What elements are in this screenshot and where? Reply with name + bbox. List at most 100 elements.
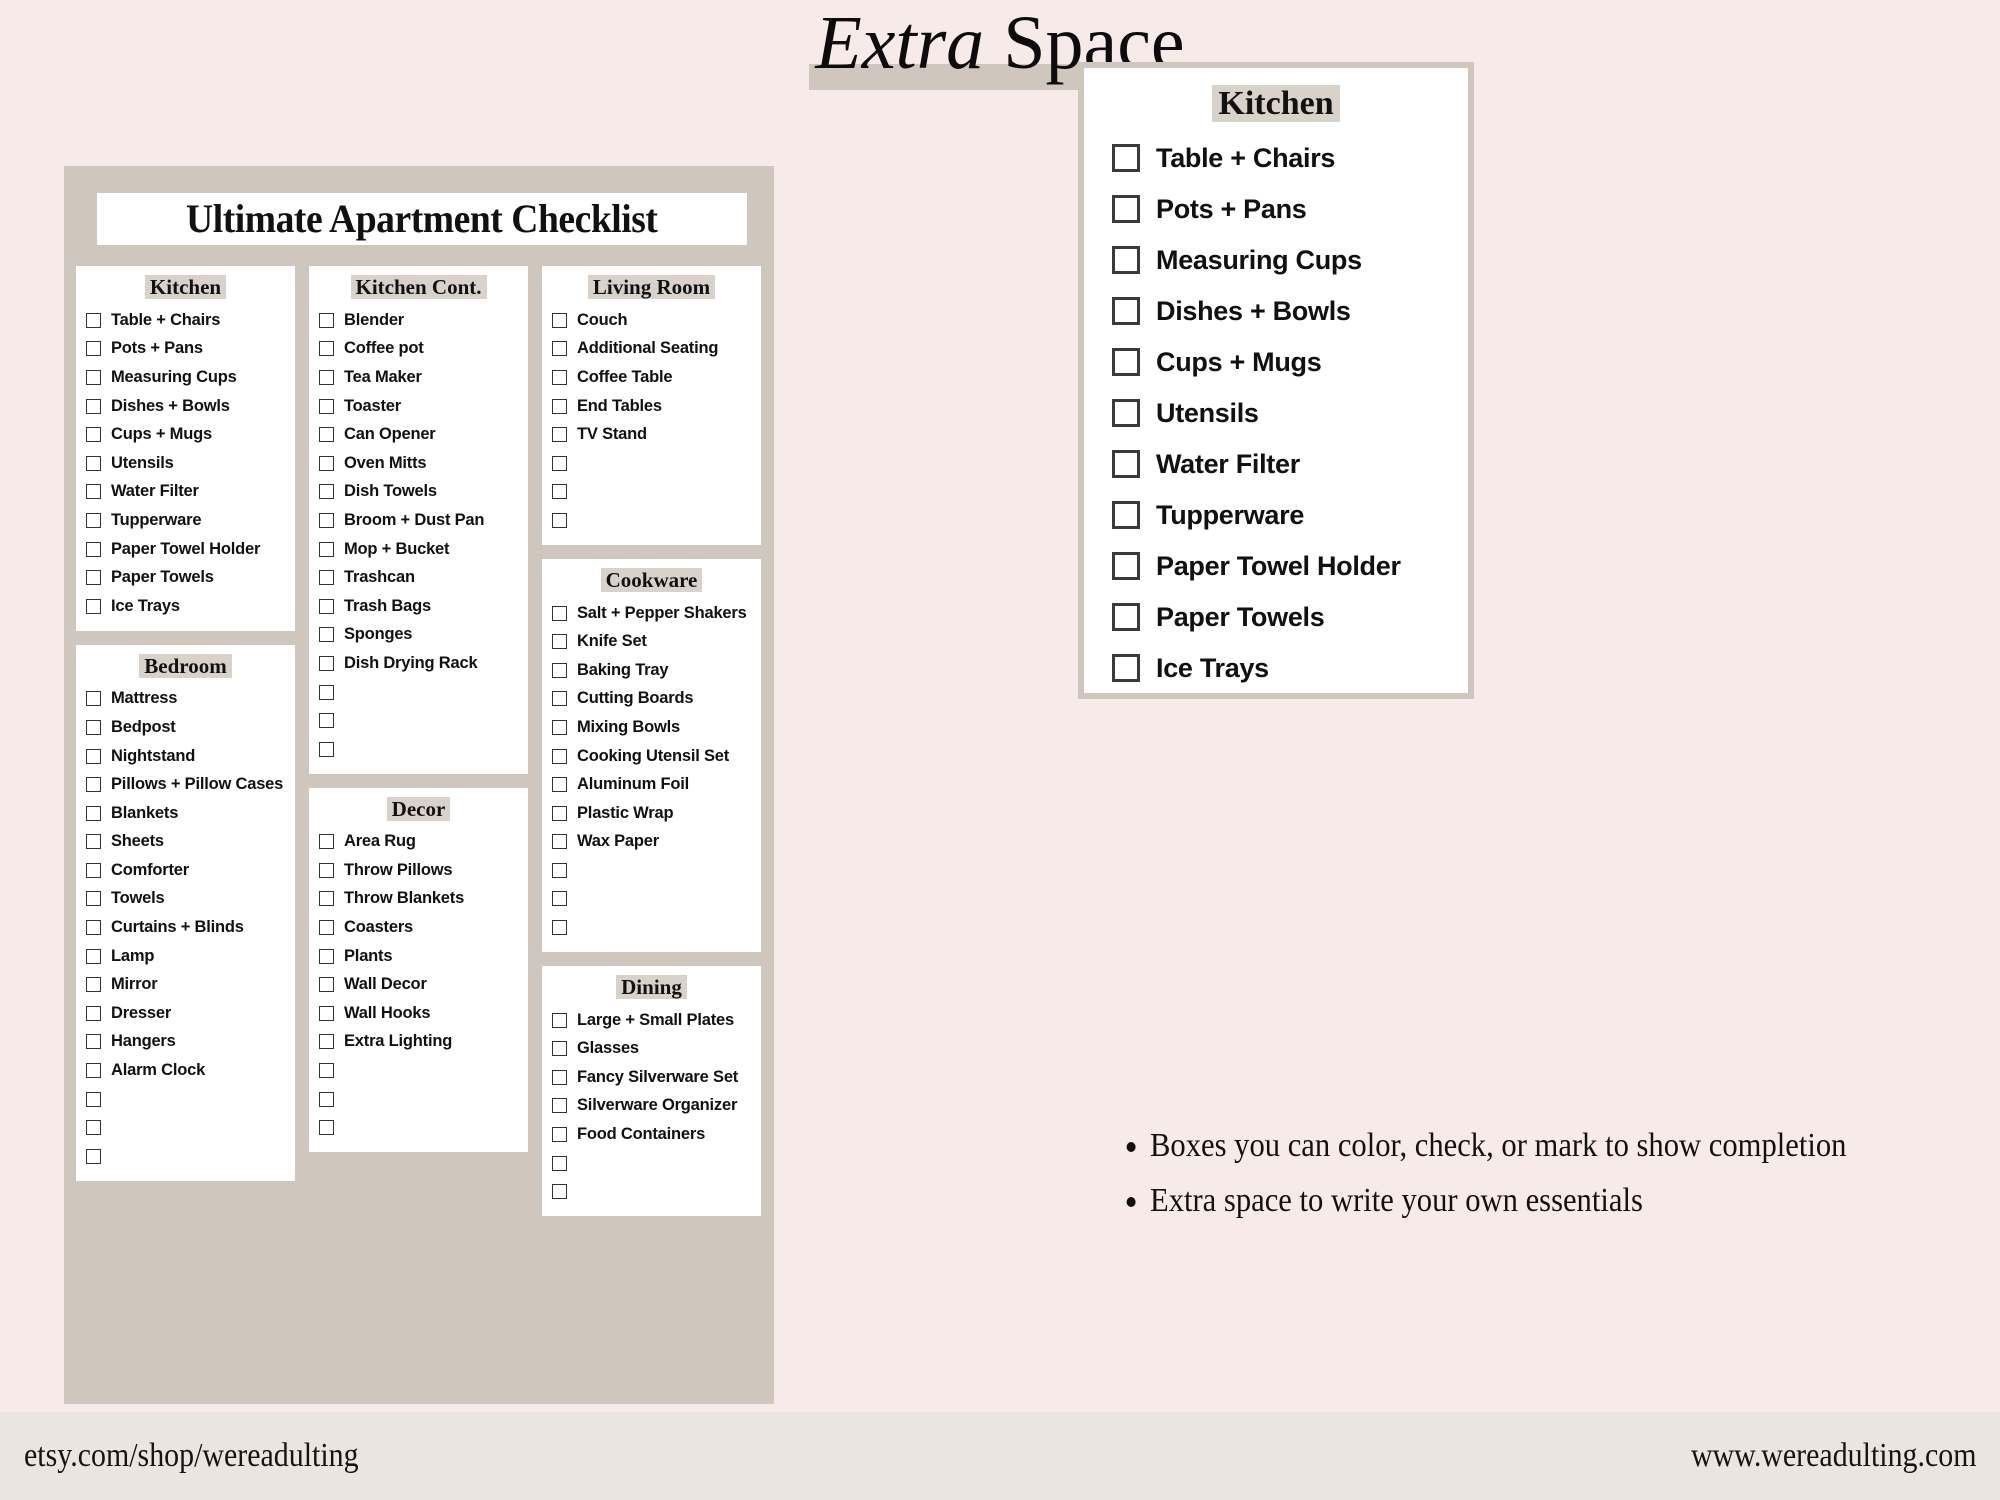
checklist-item[interactable]: Food Containers	[542, 1120, 761, 1149]
checkbox-icon[interactable]	[86, 1120, 101, 1136]
checklist-item[interactable]: Bedpost	[76, 713, 295, 742]
checkbox-icon[interactable]	[552, 1098, 567, 1114]
checkbox-icon[interactable]	[552, 1041, 567, 1057]
checkbox-icon[interactable]	[86, 455, 101, 471]
checkbox-icon[interactable]	[552, 605, 567, 621]
checklist-blank-row[interactable]	[76, 1113, 295, 1142]
checklist-item[interactable]: TV Stand	[542, 420, 761, 449]
checklist-item[interactable]: Broom + Dust Pan	[309, 506, 528, 535]
kitchen-preview-item[interactable]: Paper Towel Holder	[1084, 540, 1468, 591]
checklist-item[interactable]: Mirror	[76, 970, 295, 999]
checkbox-icon[interactable]	[319, 977, 334, 993]
checklist-blank-row[interactable]	[542, 913, 761, 942]
checkbox-icon[interactable]	[319, 1063, 334, 1079]
checkbox-icon[interactable]	[552, 1127, 567, 1143]
checkbox-icon[interactable]	[319, 834, 334, 850]
checkbox-icon[interactable]	[319, 1120, 334, 1136]
checkbox-icon[interactable]	[319, 655, 334, 671]
checklist-blank-row[interactable]	[309, 1056, 528, 1085]
checkbox-icon[interactable]	[86, 1091, 101, 1107]
checkbox-icon[interactable]	[552, 891, 567, 907]
checklist-item[interactable]: Salt + Pepper Shakers	[542, 599, 761, 628]
checklist-item[interactable]: Oven Mitts	[309, 449, 528, 478]
checklist-item[interactable]: Hangers	[76, 1028, 295, 1057]
checklist-item[interactable]: Tupperware	[76, 506, 295, 535]
checkbox-icon[interactable]	[86, 427, 101, 443]
checklist-item[interactable]: Dishes + Bowls	[76, 392, 295, 421]
checklist-item[interactable]: Baking Tray	[542, 656, 761, 685]
checkbox-icon[interactable]	[86, 1005, 101, 1021]
checklist-item[interactable]: Couch	[542, 306, 761, 335]
checkbox-icon[interactable]	[319, 684, 334, 700]
checkbox-icon[interactable]	[86, 1063, 101, 1079]
checkbox-icon[interactable]	[552, 805, 567, 821]
checklist-item[interactable]: Utensils	[76, 449, 295, 478]
checklist-item[interactable]: Dish Drying Rack	[309, 649, 528, 678]
checkbox-icon[interactable]	[552, 341, 567, 357]
kitchen-preview-item[interactable]: Ice Trays	[1084, 642, 1468, 693]
checklist-blank-row[interactable]	[309, 1113, 528, 1142]
checklist-item[interactable]: Towels	[76, 885, 295, 914]
kitchen-preview-item[interactable]: Pots + Pans	[1084, 183, 1468, 234]
checkbox-icon[interactable]	[1112, 296, 1140, 325]
checklist-item[interactable]: Cups + Mugs	[76, 420, 295, 449]
checkbox-icon[interactable]	[552, 834, 567, 850]
checklist-item[interactable]: Measuring Cups	[76, 363, 295, 392]
checklist-item[interactable]: End Tables	[542, 392, 761, 421]
checkbox-icon[interactable]	[86, 541, 101, 557]
checklist-item[interactable]: Blankets	[76, 799, 295, 828]
checklist-item[interactable]: Large + Small Plates	[542, 1006, 761, 1035]
checkbox-icon[interactable]	[86, 920, 101, 936]
checkbox-icon[interactable]	[319, 484, 334, 500]
checkbox-icon[interactable]	[319, 341, 334, 357]
checkbox-icon[interactable]	[319, 570, 334, 586]
checkbox-icon[interactable]	[86, 369, 101, 385]
checkbox-icon[interactable]	[319, 948, 334, 964]
checkbox-icon[interactable]	[552, 1184, 567, 1200]
checklist-item[interactable]: Water Filter	[76, 478, 295, 507]
kitchen-preview-item[interactable]: Cups + Mugs	[1084, 336, 1468, 387]
checkbox-icon[interactable]	[1112, 143, 1140, 172]
checkbox-icon[interactable]	[319, 598, 334, 614]
checklist-blank-row[interactable]	[542, 856, 761, 885]
checkbox-icon[interactable]	[552, 312, 567, 328]
checkbox-icon[interactable]	[319, 398, 334, 414]
checklist-item[interactable]: Mop + Bucket	[309, 535, 528, 564]
checkbox-icon[interactable]	[1112, 500, 1140, 529]
checklist-item[interactable]: Area Rug	[309, 828, 528, 857]
checkbox-icon[interactable]	[552, 1155, 567, 1171]
checkbox-icon[interactable]	[552, 398, 567, 414]
footer-website-link[interactable]: www.wereadulting.com	[1690, 1437, 1976, 1475]
kitchen-preview-item[interactable]: Table + Chairs	[1084, 132, 1468, 183]
checkbox-icon[interactable]	[319, 1034, 334, 1050]
checklist-item[interactable]: Extra Lighting	[309, 1028, 528, 1057]
checklist-item[interactable]: Paper Towels	[76, 563, 295, 592]
checkbox-icon[interactable]	[1112, 194, 1140, 223]
checkbox-icon[interactable]	[319, 1091, 334, 1107]
kitchen-preview-item[interactable]: Tupperware	[1084, 489, 1468, 540]
checklist-blank-row[interactable]	[309, 678, 528, 707]
checkbox-icon[interactable]	[552, 512, 567, 528]
checklist-blank-row[interactable]	[542, 1177, 761, 1206]
checkbox-icon[interactable]	[86, 512, 101, 528]
checkbox-icon[interactable]	[86, 1034, 101, 1050]
checklist-blank-row[interactable]	[309, 1085, 528, 1114]
checklist-item[interactable]: Silverware Organizer	[542, 1092, 761, 1121]
checklist-item[interactable]: Aluminum Foil	[542, 770, 761, 799]
checkbox-icon[interactable]	[552, 1069, 567, 1085]
checkbox-icon[interactable]	[319, 713, 334, 729]
checkbox-icon[interactable]	[86, 398, 101, 414]
checkbox-icon[interactable]	[1112, 449, 1140, 478]
checkbox-icon[interactable]	[86, 748, 101, 764]
checklist-blank-row[interactable]	[542, 506, 761, 535]
checkbox-icon[interactable]	[86, 598, 101, 614]
checkbox-icon[interactable]	[319, 627, 334, 643]
checkbox-icon[interactable]	[552, 662, 567, 678]
checklist-blank-row[interactable]	[542, 478, 761, 507]
checkbox-icon[interactable]	[319, 541, 334, 557]
checkbox-icon[interactable]	[552, 1012, 567, 1028]
checkbox-icon[interactable]	[319, 891, 334, 907]
checkbox-icon[interactable]	[319, 862, 334, 878]
checklist-item[interactable]: Mixing Bowls	[542, 713, 761, 742]
checkbox-icon[interactable]	[1112, 551, 1140, 580]
